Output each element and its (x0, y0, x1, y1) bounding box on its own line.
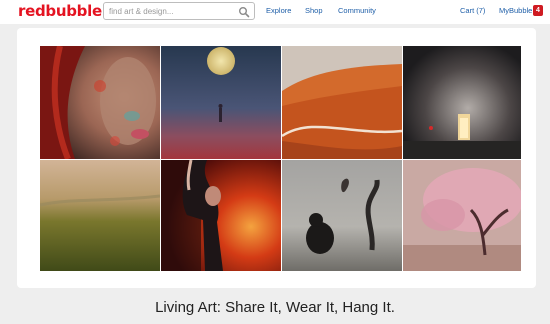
artwork-tile-surreal-door[interactable] (403, 46, 521, 159)
artwork-tile-bear-tree[interactable] (282, 160, 402, 271)
search-box (103, 2, 255, 20)
artwork-tile-dancer[interactable] (161, 160, 281, 271)
artwork-tile-misty-field[interactable] (40, 160, 160, 271)
magnifier-icon[interactable] (238, 5, 250, 18)
logo-text-bubble: bubble (45, 2, 102, 20)
redbubble-logo[interactable]: redbubble (18, 2, 102, 20)
artwork-tile-orange-dunes[interactable] (282, 46, 402, 159)
search-input[interactable] (104, 3, 234, 19)
art-grid (40, 46, 521, 271)
nav-mybubble-link[interactable]: MyBubble (499, 6, 532, 16)
artwork-tile-full-moon[interactable] (161, 46, 281, 159)
artwork-tile-painted-face[interactable] (40, 46, 160, 159)
tagline-heading: Living Art: Share It, Wear It, Hang It. (155, 299, 395, 316)
nav-shop-link[interactable]: Shop (305, 6, 323, 16)
nav-cart-link[interactable]: Cart (7) (460, 6, 485, 16)
logo-text-red: red (18, 2, 46, 20)
notification-badge[interactable]: 4 (533, 5, 543, 16)
nav-explore-link[interactable]: Explore (266, 6, 291, 16)
nav-community-link[interactable]: Community (338, 6, 376, 16)
artwork-tile-pink-blossom[interactable] (403, 160, 521, 271)
top-header: redbubble Explore Shop Community Cart (7… (0, 0, 550, 24)
